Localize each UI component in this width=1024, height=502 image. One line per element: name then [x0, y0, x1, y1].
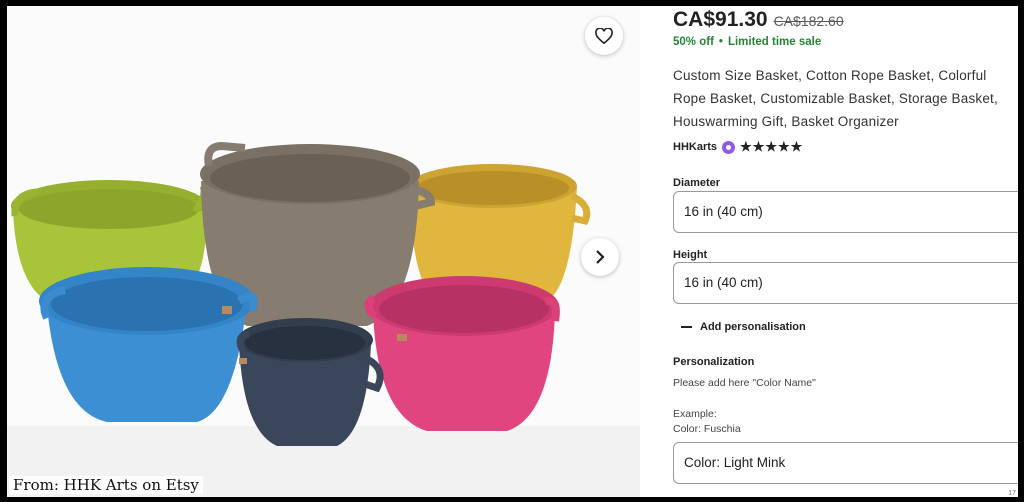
- rating-stars-icon[interactable]: ★★★★★: [740, 139, 803, 155]
- star-seller-badge-icon: [722, 140, 736, 154]
- image-source-caption: From: HHK Arts on Etsy: [9, 476, 203, 494]
- add-personalisation-label: Add personalisation: [700, 321, 806, 333]
- price-row: CA$91.30 CA$182.60: [673, 8, 844, 32]
- minus-icon: [681, 326, 692, 328]
- pink-basket: [364, 276, 560, 431]
- diameter-select[interactable]: 16 in (40 cm): [673, 191, 1018, 233]
- example-text: Color: Fuschia: [673, 423, 741, 435]
- personalization-instruction: Please add here "Color Name": [673, 377, 816, 389]
- chevron-right-icon: [596, 250, 605, 264]
- personalization-input[interactable]: Color: Light Mink: [673, 442, 1018, 484]
- product-image-gallery: From: HHK Arts on Etsy: [7, 6, 640, 497]
- screenshot-frame: From: HHK Arts on Etsy CA$91.30 CA$182.6…: [7, 6, 1018, 497]
- product-photo: [7, 6, 640, 497]
- height-label: Height: [673, 249, 708, 261]
- current-price: CA$91.30: [673, 8, 768, 31]
- favorite-button[interactable]: [585, 17, 623, 55]
- product-title: Custom Size Basket, Cotton Rope Basket, …: [673, 68, 998, 129]
- next-image-button[interactable]: [581, 238, 619, 276]
- example-heading: Example:: [673, 408, 717, 420]
- add-personalisation-toggle[interactable]: Add personalisation: [681, 321, 806, 333]
- shop-name-link[interactable]: HHKarts: [673, 141, 717, 153]
- discount-badge: 50% off: [673, 36, 714, 48]
- height-select[interactable]: 16 in (40 cm): [673, 262, 1018, 304]
- separator-dot: •: [718, 36, 723, 48]
- sale-label: Limited time sale: [727, 36, 822, 48]
- diameter-label: Diameter: [673, 177, 721, 189]
- shop-row: HHKarts ★★★★★: [673, 139, 803, 155]
- product-details-panel: CA$91.30 CA$182.60 50% off • Limited tim…: [673, 6, 1018, 497]
- heart-icon: [595, 28, 613, 44]
- character-count: 17: [1008, 490, 1016, 497]
- personalization-label: Personalization: [673, 356, 755, 368]
- sale-info: 50% off • Limited time sale: [673, 36, 821, 48]
- original-price: CA$182.60: [773, 13, 844, 29]
